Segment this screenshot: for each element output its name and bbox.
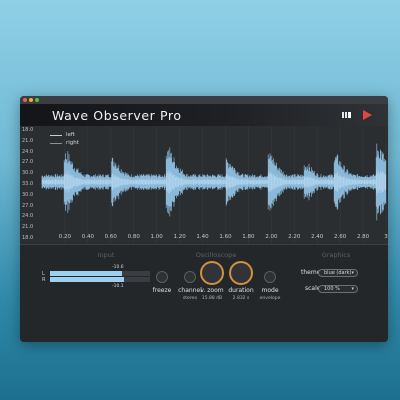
y-tick-label: 24.0 xyxy=(22,148,34,155)
x-tick-label: 1.20 xyxy=(173,234,186,240)
y-tick-label: 27.0 xyxy=(22,202,34,209)
theme-value: blue (dark) xyxy=(324,270,352,276)
vzoom-label: v. zoom xyxy=(200,287,224,294)
waveform-legend: left right xyxy=(50,132,86,150)
legend-left-swatch xyxy=(50,135,62,136)
x-tick-label: 2.60 xyxy=(334,234,347,240)
x-tick-label: 1.40 xyxy=(196,234,209,240)
input-meter: -10.6 L R -10.1 xyxy=(42,265,152,291)
pause-bars-icon[interactable] xyxy=(342,110,352,120)
y-tick-label: 18.0 xyxy=(22,235,34,241)
freeze-toggle[interactable] xyxy=(156,271,168,283)
zoom-window-button[interactable] xyxy=(35,98,39,102)
play-icon[interactable] xyxy=(362,110,372,120)
x-tick-label: 2.20 xyxy=(288,234,301,240)
meter-left-value: -10.6 xyxy=(112,265,124,270)
plugin-window: Wave Observer Pro 18.0 21.0 24.0 27.0 30.0 33… xyxy=(20,96,388,342)
input-section-title: Input xyxy=(97,251,115,259)
duration-label: duration xyxy=(228,287,254,294)
scale-select[interactable]: 100 % ▾ xyxy=(318,285,358,293)
x-tick-label: 2.40 xyxy=(311,234,324,240)
chevron-down-icon: ▾ xyxy=(351,270,354,276)
y-tick-label: 24.0 xyxy=(22,213,34,220)
x-tick-label: 0.60 xyxy=(104,234,117,240)
freeze-control: freeze xyxy=(147,271,177,331)
vzoom-value: 15.88 dB xyxy=(201,296,223,301)
legend-right: right xyxy=(50,140,86,148)
graphics-section-title: Graphics xyxy=(321,251,351,259)
vzoom-knob[interactable] xyxy=(202,263,222,283)
x-tick-label: 1.60 xyxy=(219,234,232,240)
y-tick-label: 30.0 xyxy=(22,191,34,198)
chevron-down-icon: ▾ xyxy=(351,286,354,292)
duration-value: 2.832 s xyxy=(232,296,250,301)
x-tick-label: 1.00 xyxy=(150,234,163,240)
legend-left-label: left xyxy=(66,132,75,138)
x-tick-label: 0.40 xyxy=(81,234,94,240)
window-titlebar xyxy=(20,96,388,104)
mode-label: mode xyxy=(261,287,279,294)
y-tick-label: 21.0 xyxy=(22,224,34,231)
meter-right-value: -10.1 xyxy=(112,284,124,289)
x-tick-label: 3 xyxy=(384,234,388,240)
channel-knob[interactable] xyxy=(184,271,196,283)
control-panel: Input Oscilloscope Graphics -10.6 L R -1… xyxy=(20,244,388,342)
y-tick-label: 30.0 xyxy=(22,170,34,177)
mode-value: envelope xyxy=(259,296,281,301)
minimize-window-button[interactable] xyxy=(29,98,33,102)
x-tick-label: 2.00 xyxy=(265,234,278,240)
meter-left-track xyxy=(50,271,150,276)
theme-select[interactable]: blue (dark) ▾ xyxy=(318,269,358,277)
legend-right-swatch xyxy=(50,143,62,144)
oscilloscope-section-title: Oscilloscope xyxy=(195,251,237,259)
waveform-display: 18.0 21.0 24.0 27.0 30.0 33.0 30.0 27.0 24.0 21.0… xyxy=(20,126,388,244)
scale-value: 100 % xyxy=(324,286,340,292)
y-tick-label: 21.0 xyxy=(22,137,34,144)
duration-control: duration 2.832 s xyxy=(226,263,256,331)
y-tick-label: 27.0 xyxy=(22,159,34,166)
freeze-label: freeze xyxy=(152,287,172,294)
meter-left-fill xyxy=(50,271,122,276)
x-tick-label: 2.80 xyxy=(356,234,370,240)
meter-right-label: R xyxy=(42,277,46,283)
mode-knob[interactable] xyxy=(264,271,276,283)
app-header: Wave Observer Pro xyxy=(20,104,388,126)
mode-control: mode envelope xyxy=(255,271,285,331)
legend-right-label: right xyxy=(66,140,79,146)
channel-value: stereo xyxy=(182,296,198,301)
x-tick-label: 0.20 xyxy=(58,234,72,240)
x-tick-label: 1.80 xyxy=(242,234,255,240)
y-tick-label: 18.0 xyxy=(22,127,34,133)
y-tick-label: 33.0 xyxy=(22,181,34,187)
meter-right-fill xyxy=(50,277,124,282)
meter-right-track xyxy=(50,277,150,282)
app-title: Wave Observer Pro xyxy=(52,108,182,123)
legend-left: left xyxy=(50,132,86,140)
x-tick-label: 0.80 xyxy=(127,234,140,240)
duration-knob[interactable] xyxy=(231,263,251,283)
vzoom-control: v. zoom 15.88 dB xyxy=(197,263,227,331)
close-window-button[interactable] xyxy=(23,98,27,102)
